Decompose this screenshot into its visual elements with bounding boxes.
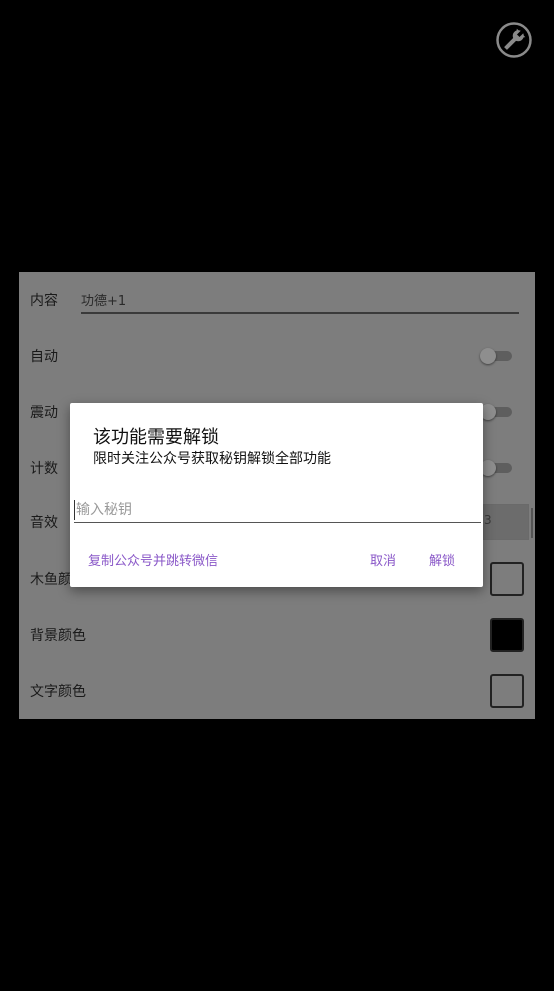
text-caret bbox=[74, 500, 75, 520]
wrench-icon[interactable] bbox=[495, 21, 533, 59]
auto-label: 自动 bbox=[30, 349, 58, 365]
muyu-color-swatch[interactable] bbox=[490, 562, 524, 596]
secret-key-input[interactable] bbox=[74, 498, 481, 523]
vibrate-label: 震动 bbox=[30, 405, 58, 421]
sound-value: 3 bbox=[484, 513, 492, 527]
unlock-button[interactable]: 解锁 bbox=[429, 550, 455, 569]
count-toggle[interactable] bbox=[480, 460, 514, 476]
vibrate-toggle[interactable] bbox=[480, 404, 514, 420]
text-color-row: 文字颜色 bbox=[19, 663, 535, 719]
bg-color-row: 背景颜色 bbox=[19, 607, 535, 663]
text-color-label: 文字颜色 bbox=[30, 684, 86, 700]
cancel-button[interactable]: 取消 bbox=[370, 550, 396, 569]
content-input[interactable] bbox=[81, 288, 519, 314]
auto-row: 自动 bbox=[19, 328, 535, 384]
content-label: 内容 bbox=[30, 293, 58, 309]
bg-color-label: 背景颜色 bbox=[30, 628, 86, 644]
dialog-message: 限时关注公众号获取秘钥解锁全部功能 bbox=[93, 451, 331, 467]
bg-color-swatch[interactable] bbox=[490, 618, 524, 652]
copy-account-button[interactable]: 复制公众号并跳转微信 bbox=[88, 550, 218, 569]
text-color-swatch[interactable] bbox=[490, 674, 524, 708]
auto-toggle[interactable] bbox=[480, 348, 514, 364]
content-row: 内容 bbox=[19, 272, 535, 328]
unlock-dialog: 该功能需要解锁 限时关注公众号获取秘钥解锁全部功能 复制公众号并跳转微信 取消 … bbox=[70, 403, 483, 587]
sound-label: 音效 bbox=[30, 515, 58, 531]
count-label: 计数 bbox=[30, 461, 58, 477]
dialog-title: 该功能需要解锁 bbox=[93, 427, 219, 448]
sound-select[interactable]: 3 bbox=[483, 504, 533, 540]
